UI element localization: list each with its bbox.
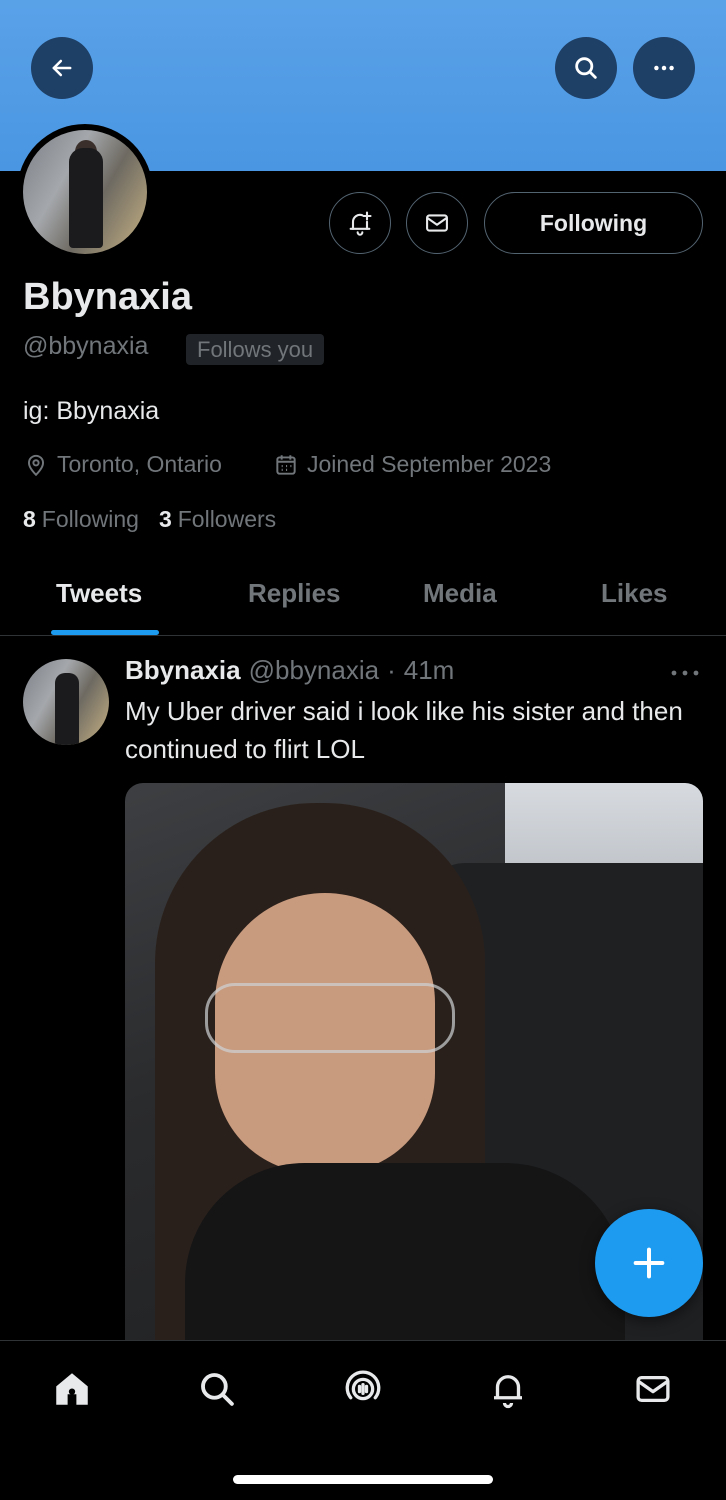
nav-search[interactable] [195,1367,239,1411]
avatar-figure-body [69,148,103,248]
tab-replies[interactable]: Replies [248,578,341,609]
arrow-left-icon [52,59,72,77]
spaces-icon [345,1370,381,1401]
nav-notifications[interactable] [486,1367,530,1411]
followers-label: Followers [177,506,277,532]
profile-tabs: Tweets Replies Media Likes [0,560,726,636]
compose-tweet-button[interactable] [595,1209,703,1317]
more-horizontal-icon [654,65,674,71]
tweet-author-handle[interactable]: @bbynaxia [249,655,379,686]
tweet-avatar[interactable] [23,659,109,745]
active-tab-indicator [51,630,159,635]
avatar-image [23,130,147,254]
following-count-link[interactable]: 8 Following [23,506,139,533]
home-icon [56,1373,88,1405]
nav-home[interactable] [50,1367,94,1411]
follows-you-badge: Follows you [186,334,325,365]
back-button[interactable] [31,37,93,99]
profile-location: Toronto, Ontario [23,451,222,478]
tweet-text: My Uber driver said i look like his sist… [125,696,683,764]
more-options-button[interactable] [633,37,695,99]
bell-icon [494,1375,522,1409]
nav-messages[interactable] [631,1367,675,1411]
profile-handle: @bbynaxia [23,332,149,360]
plus-icon [633,1247,665,1279]
tab-media[interactable]: Media [423,578,497,609]
notifications-toggle-button[interactable] [329,192,391,254]
profile-avatar[interactable] [17,124,153,260]
profile-joined: Joined September 2023 [273,451,551,478]
mail-icon [636,1375,670,1403]
following-count: 8 [23,506,36,532]
search-icon [201,1373,234,1406]
media-glasses [205,983,455,1053]
tab-tweets[interactable]: Tweets [56,578,142,609]
search-icon [575,57,597,79]
tweet-header: Bbynaxia @bbynaxia · 41m [125,655,454,686]
search-button[interactable] [555,37,617,99]
follow-counts: 8 Following 3 Followers [23,506,276,533]
tab-likes[interactable]: Likes [601,578,668,609]
joined-text: Joined September 2023 [307,451,552,477]
tweet-timestamp[interactable]: 41m [404,655,455,686]
following-label: Following [41,506,139,532]
following-button[interactable]: Following [484,192,703,254]
followers-count-link[interactable]: 3 Followers [159,506,276,533]
bell-plus-icon [349,211,372,236]
nav-spaces[interactable] [341,1367,385,1411]
tweet-author-name[interactable]: Bbynaxia [125,655,241,686]
tweet-separator: · [387,655,396,685]
home-indicator[interactable] [233,1475,493,1484]
tweet-more-icon[interactable] [670,668,700,678]
followers-count: 3 [158,506,172,532]
profile-bio: ig: Bbynaxia [23,397,160,425]
tweet-avatar-figure [55,673,79,745]
location-text: Toronto, Ontario [57,451,222,477]
mail-icon [426,214,448,232]
profile-display-name: Bbynaxia [23,276,192,318]
calendar-icon [276,454,296,475]
location-pin-icon [27,454,45,476]
message-button[interactable] [406,192,468,254]
